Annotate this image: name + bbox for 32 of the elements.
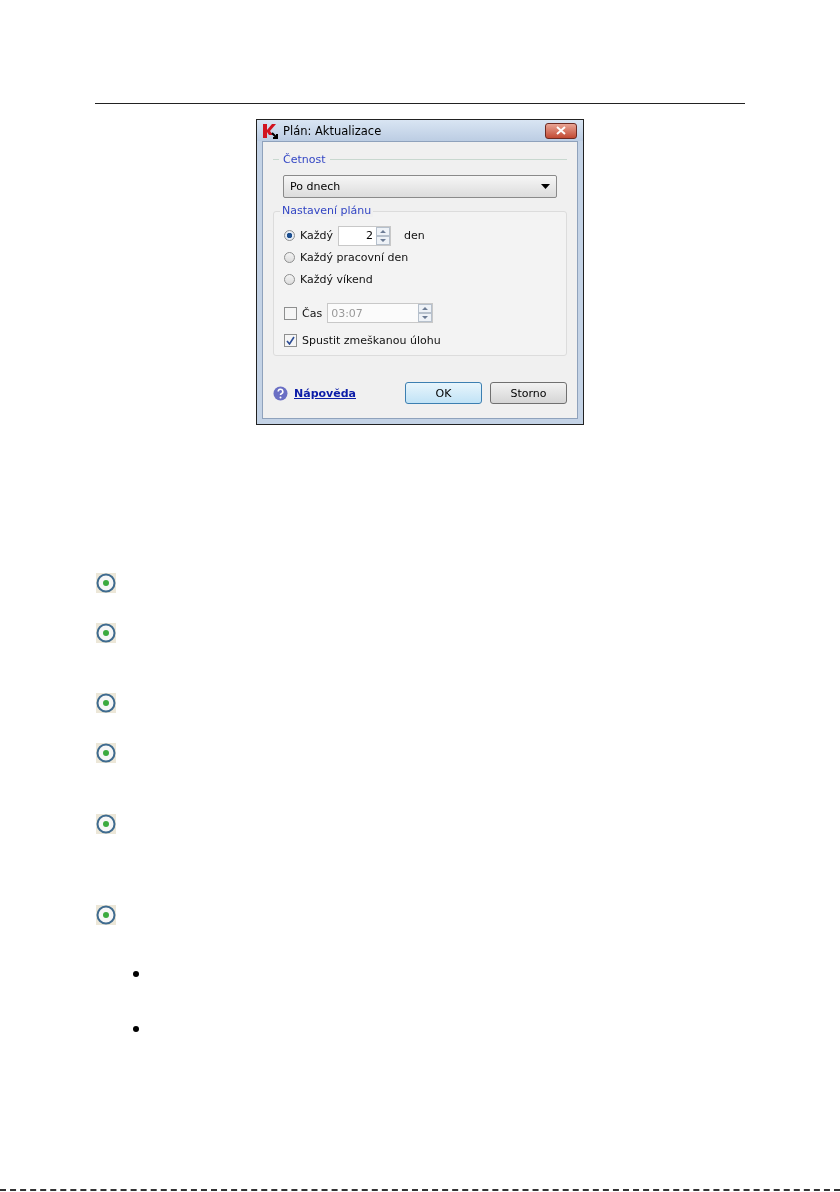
window-title: Plán: Aktualizace: [283, 123, 383, 138]
close-button[interactable]: [545, 122, 577, 139]
dialog-button[interactable]: OK: [405, 382, 482, 404]
radio-button[interactable]: [284, 274, 295, 285]
bullet-icon: [96, 743, 116, 763]
help-icon: [273, 385, 288, 401]
number-spinbox[interactable]: 2: [338, 225, 392, 246]
checkbox-label: Spustit zmeškanou úlohu: [302, 334, 441, 347]
option-label: Každý pracovní den: [300, 251, 409, 264]
spin-arrows-icon[interactable]: [376, 226, 391, 245]
time-label: Čas: [302, 306, 323, 320]
bullet-dot-icon: [133, 971, 139, 977]
close-icon: [556, 126, 566, 135]
unit-label: den: [404, 229, 425, 242]
bullet-dot-icon: [133, 1026, 139, 1032]
checkbox[interactable]: [284, 334, 297, 347]
bullet-icon: [96, 693, 116, 713]
bullet-icon: [96, 623, 116, 643]
dialog-button[interactable]: Storno: [490, 382, 567, 404]
k-logo-icon: [262, 122, 278, 139]
help-link[interactable]: Nápověda: [294, 386, 399, 400]
bullet-icon: [96, 814, 116, 834]
group-label: Nastavení plánu: [280, 204, 374, 217]
dropdown-arrow-icon: [541, 184, 550, 189]
bullet-icon: [96, 573, 116, 593]
bullet-icon: [96, 905, 116, 925]
section-label: Četnost: [283, 153, 326, 166]
frequency-dropdown[interactable]: Po dnech: [283, 175, 557, 198]
radio-button[interactable]: [284, 252, 295, 263]
option-label: Každý víkend: [300, 273, 373, 286]
option-label: Každý: [300, 229, 334, 242]
radio-button[interactable]: [284, 230, 295, 241]
